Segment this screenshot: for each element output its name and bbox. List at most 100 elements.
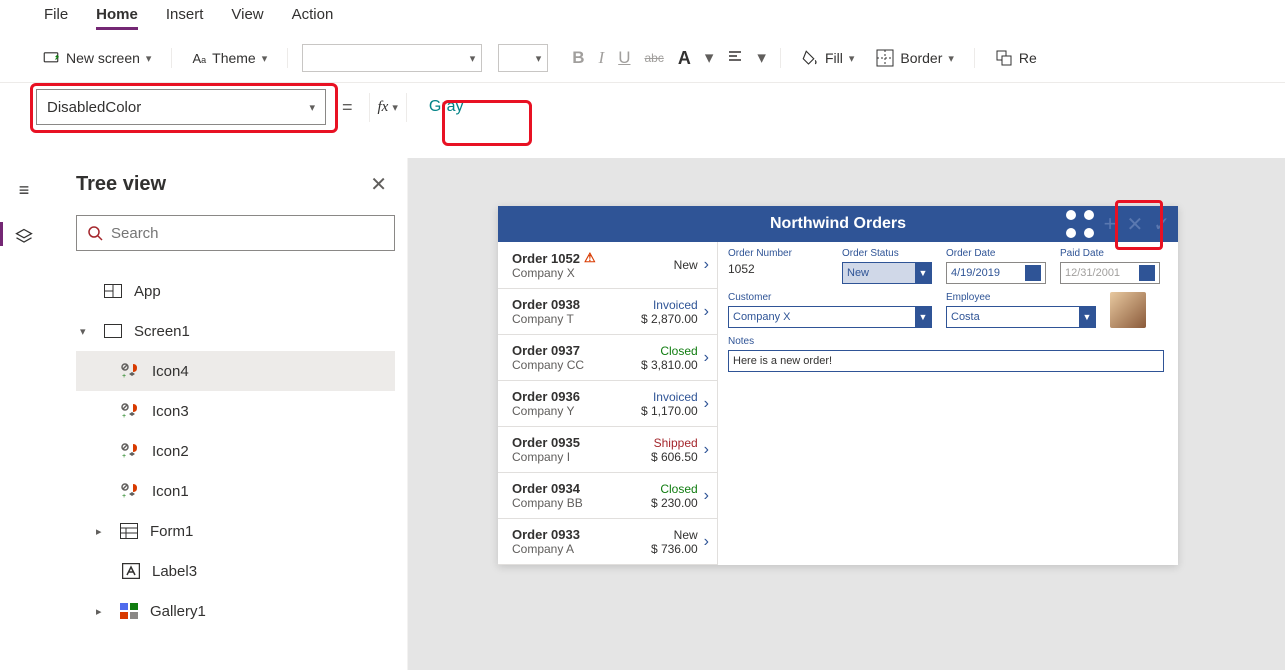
icon-control-icon: + [120,362,142,380]
chevron-down-icon: ▼ [915,307,931,327]
border-icon [876,49,894,67]
format-buttons: B I U abc A▾ ▾ [572,48,766,69]
tree-node-icon1[interactable]: + Icon1 [76,471,395,511]
order-list-item[interactable]: Order 0937Company CCClosed$ 3,810.00› [498,335,717,381]
tree-node-label[interactable]: Label3 [76,551,395,591]
top-menu: File Home Insert View Action [0,0,1285,36]
order-list-item[interactable]: Order 0935Company IShipped$ 606.50› [498,427,717,473]
order-form: Order Number 1052 Order Status New▼ Orde… [718,242,1178,565]
font-name-select[interactable]: ▾ [302,44,482,72]
hamburger-icon[interactable]: ≡ [19,180,30,201]
tree-view-panel: Tree view ✕ App ▾ Screen1 + Icon4 + Icon… [48,158,408,670]
underline-button[interactable]: U [618,48,630,68]
tree-node-icon4[interactable]: + Icon4 [76,351,395,391]
employee-select[interactable]: Costa ▼ [946,306,1096,328]
label-icon [120,562,142,580]
menu-action[interactable]: Action [292,6,334,30]
font-color-button[interactable]: A [678,48,691,69]
formula-input[interactable]: Gray [419,92,474,122]
italic-button[interactable]: I [599,48,605,68]
tree-label: Gallery1 [150,603,206,620]
tree-label: Icon3 [152,403,189,420]
tree-node-icon3[interactable]: + Icon3 [76,391,395,431]
menu-view[interactable]: View [231,6,263,30]
paid-date-input[interactable]: 12/31/2001 [1060,262,1160,284]
chevron-right-icon: › [704,533,709,551]
chevron-down-icon: ▾ [464,52,482,65]
customer-label: Customer [728,292,932,303]
app-title-bar: Northwind Orders + ✕ ✓ [498,206,1178,242]
notes-input[interactable]: Here is a new order! [728,350,1164,372]
theme-icon: Aa [192,51,206,66]
caret-right-icon: ▸ [96,525,108,538]
tree-node-form[interactable]: ▸ Form1 [76,511,395,551]
gallery-icon [118,602,140,620]
svg-text:+: + [122,493,126,499]
order-list-item[interactable]: Order 0933Company ANew$ 736.00› [498,519,717,565]
strikethrough-button[interactable]: abc [644,51,663,65]
theme-button[interactable]: Aa Theme ▾ [186,46,273,70]
fill-button[interactable]: Fill ▾ [795,45,860,71]
chevron-right-icon: › [704,256,709,274]
chevron-down-icon: ▾ [146,52,152,65]
chevron-down-icon: ▾ [849,52,855,65]
tree-label: Screen1 [134,323,190,340]
order-date-value: 4/19/2019 [951,267,1000,279]
tree-node-icon2[interactable]: + Icon2 [76,431,395,471]
order-date-input[interactable]: 4/19/2019 [946,262,1046,284]
menu-file[interactable]: File [44,6,68,30]
app-title: Northwind Orders [770,215,906,233]
menu-home[interactable]: Home [96,6,138,30]
order-list-item[interactable]: Order 0938Company TInvoiced$ 2,870.00› [498,289,717,335]
tree-node-screen[interactable]: ▾ Screen1 [76,311,395,351]
add-icon[interactable]: + [1104,211,1117,237]
new-screen-label: New screen [66,50,140,66]
paid-date-label: Paid Date [1060,248,1160,259]
toolbar: New screen ▾ Aa Theme ▾ ▾ ▾ B I U abc A▾… [0,36,1285,83]
order-list-item[interactable]: Order 0934Company BBClosed$ 230.00› [498,473,717,519]
edit-icon[interactable] [1066,210,1094,238]
chevron-down-icon: ▼ [915,263,931,283]
chevron-down-icon: ▼ [1079,307,1095,327]
align-button[interactable] [727,48,743,69]
screen-icon [102,322,124,340]
search-field[interactable] [111,225,384,242]
order-list-item[interactable]: Order 0936Company YInvoiced$ 1,170.00› [498,381,717,427]
theme-label: Theme [212,50,256,66]
chevron-right-icon: › [704,395,709,413]
order-status-value: New [847,267,869,279]
bold-button[interactable]: B [572,48,584,68]
fx-icon: fx [378,99,389,116]
fill-icon [801,49,819,67]
reorder-button[interactable]: Re [989,45,1043,71]
tree-node-app[interactable]: App [76,271,395,311]
close-icon[interactable]: ✕ [370,172,387,197]
fx-button[interactable]: fx ▾ [369,93,407,122]
border-button[interactable]: Border ▾ [870,45,960,71]
employee-value: Costa [951,311,980,323]
warning-icon: ⚠ [584,250,596,266]
tree-label: Icon2 [152,443,189,460]
search-icon [87,225,103,241]
order-list-item[interactable]: Order 1052⚠Company XNew› [498,242,717,289]
chevron-down-icon: ▾ [530,52,548,65]
app-icon [102,282,124,300]
calendar-icon [1025,265,1041,281]
tree-view-icon[interactable] [14,227,34,247]
tree-node-gallery[interactable]: ▸ Gallery1 [76,591,395,631]
search-input[interactable] [76,215,395,251]
customer-select[interactable]: Company X▼ [728,306,932,328]
icon-control-icon: + [120,402,142,420]
save-icon[interactable]: ✓ [1153,212,1170,237]
cancel-icon[interactable]: ✕ [1126,212,1143,237]
svg-text:+: + [122,453,126,459]
tree-label: Label3 [152,563,197,580]
font-size-select[interactable]: ▾ [498,44,548,72]
employee-label: Employee [946,292,1096,303]
paid-date-value: 12/31/2001 [1065,267,1120,279]
order-status-select[interactable]: New ▼ [842,262,932,284]
new-screen-button[interactable]: New screen ▾ [36,45,157,71]
caret-right-icon: ▸ [96,605,108,618]
menu-insert[interactable]: Insert [166,6,204,30]
property-select[interactable]: DisabledColor ▾ [36,89,326,125]
